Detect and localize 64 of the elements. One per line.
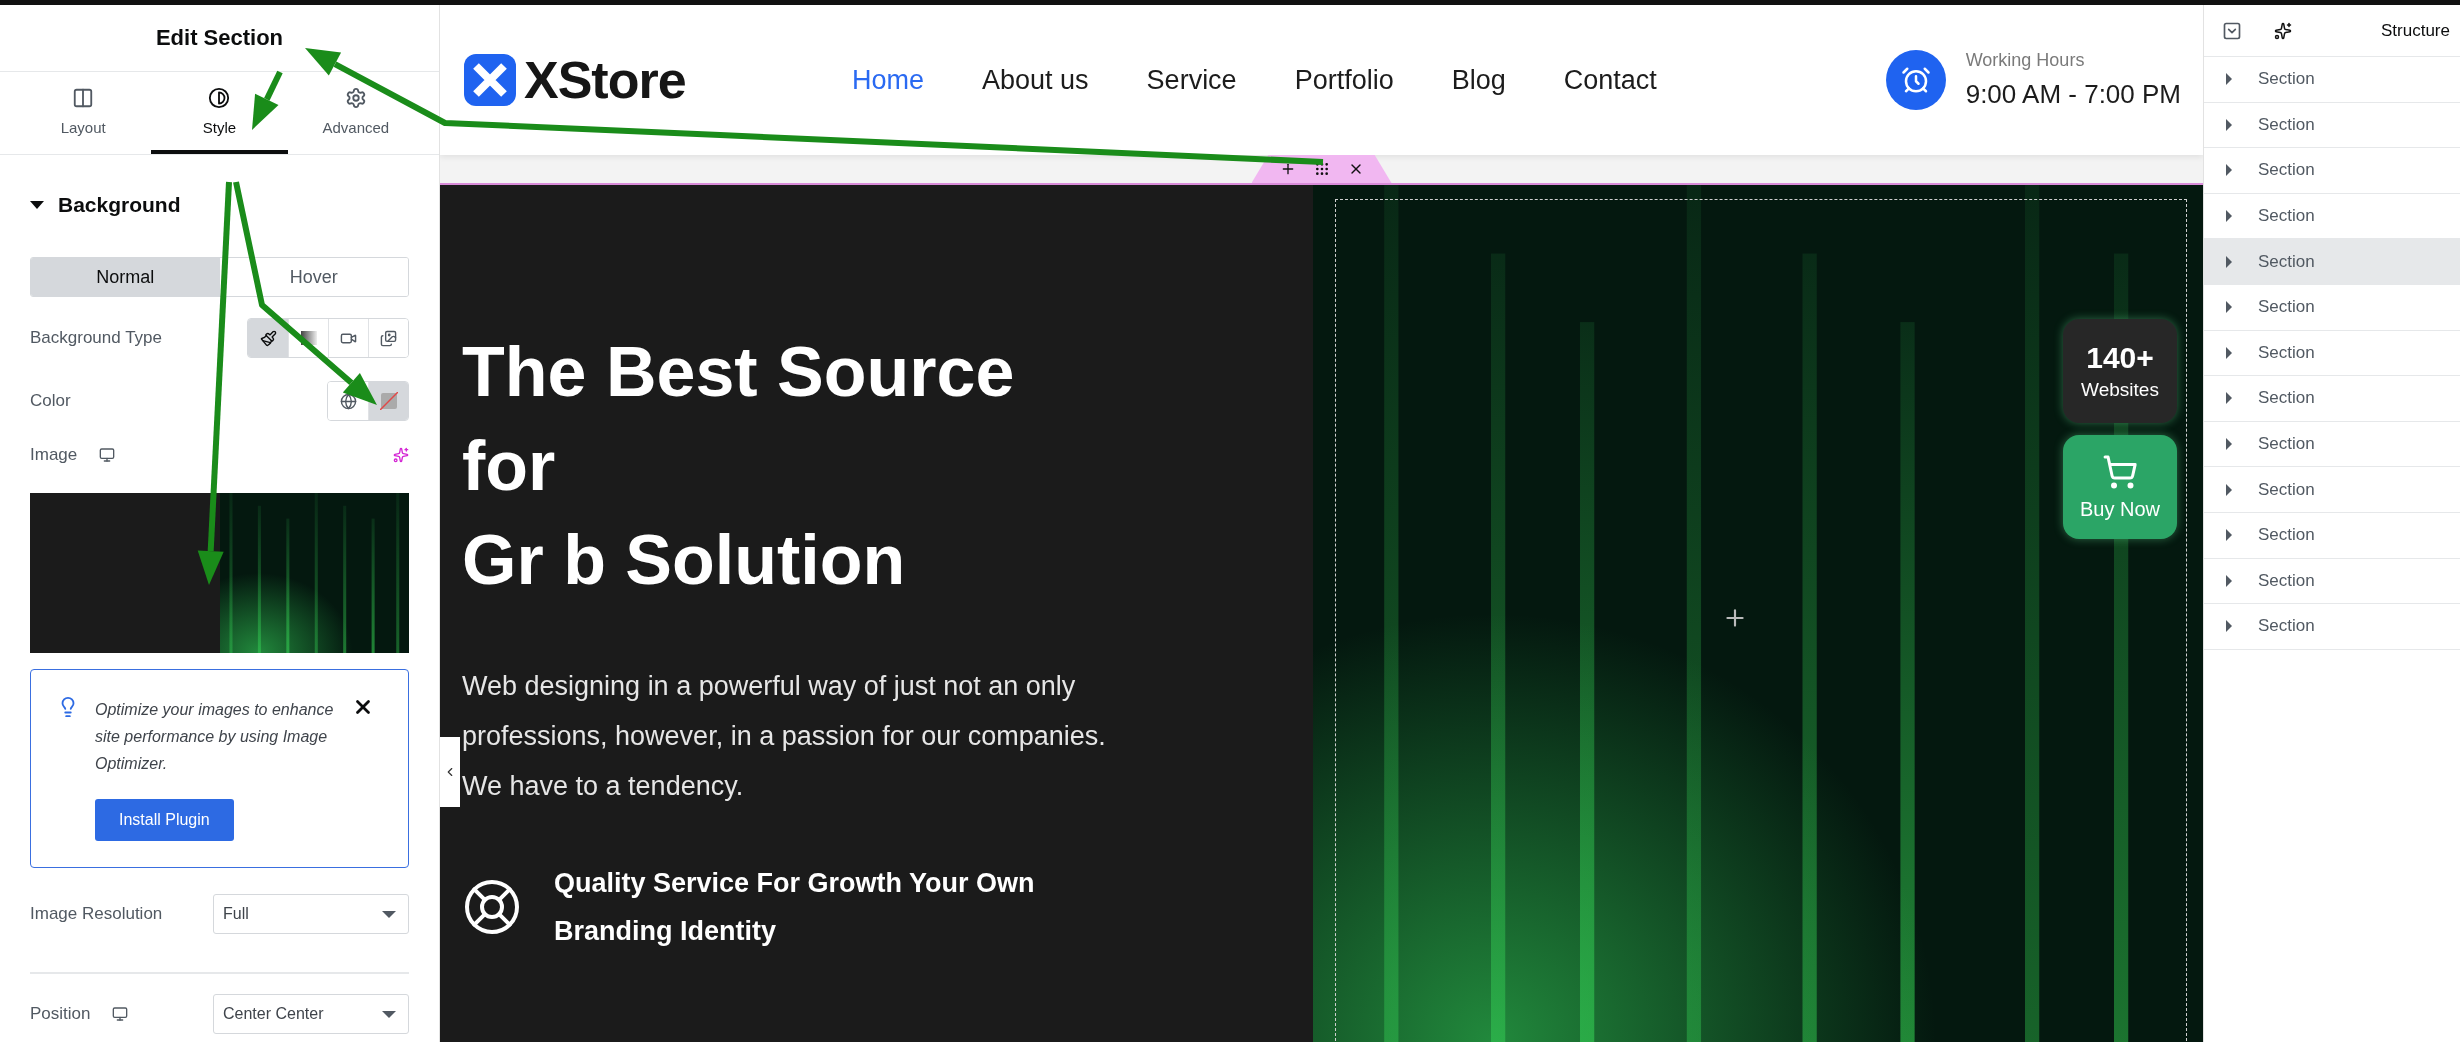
nav-link[interactable]: Home [852, 64, 925, 96]
structure-item[interactable]: Section [2204, 239, 2460, 285]
type-option[interactable] [248, 319, 288, 357]
contrast-icon [208, 86, 231, 109]
color-swatch[interactable] [368, 382, 408, 420]
caret-icon [2226, 483, 2232, 496]
stats-value: 140+ [2086, 341, 2154, 375]
select-field[interactable]: Full [213, 894, 409, 934]
annotation-arrow [252, 70, 283, 130]
caret-icon [2226, 210, 2232, 223]
hero-text: Web designing in a powerful way of just not an only professions, however, in a passion for our companies. We have to a tendency. [462, 670, 1107, 803]
logo-icon [462, 52, 518, 108]
section-header[interactable]: Background [30, 193, 409, 217]
field-label: Image Resolution [30, 904, 163, 924]
field-label: Image [30, 445, 78, 465]
monitor-icon[interactable] [112, 1006, 129, 1022]
select-field[interactable]: Center Center [213, 994, 409, 1034]
collapse-icon[interactable] [2222, 20, 2242, 41]
hours-label: Working Hours [1965, 50, 2086, 71]
gear-icon [344, 86, 367, 109]
caret-icon [2226, 73, 2232, 86]
monitor-icon[interactable] [99, 447, 116, 463]
hours-text: 9:00 AM - 7:00 PM [1965, 79, 2181, 110]
caret-icon [2226, 164, 2232, 177]
globe-icon [339, 392, 357, 410]
feature-text: Quality Service For Growth Your Own Branding Identity [554, 867, 1036, 948]
nav-link[interactable]: Blog [1451, 64, 1506, 96]
caret-icon [2226, 118, 2232, 131]
caret-icon [2226, 301, 2232, 314]
stats-label: Websites [2081, 379, 2159, 401]
nav-link[interactable]: About us [982, 64, 1089, 96]
install-button[interactable]: Install Plugin [95, 799, 234, 841]
state-toggle[interactable]: Normal [31, 258, 220, 296]
caret-icon [2226, 529, 2232, 542]
panel-tab[interactable]: Layout [15, 72, 152, 154]
columns-icon [72, 86, 95, 109]
caret-icon [2226, 346, 2232, 359]
caret-icon [2226, 620, 2232, 633]
nav-link[interactable]: Contact [1563, 64, 1657, 96]
notice-text: Optimize your images to enhance site performance by using Image Optimizer. [95, 700, 335, 774]
sparkle-icon[interactable] [2274, 21, 2292, 40]
images-icon [380, 329, 397, 347]
field-label: Background Type [30, 328, 162, 348]
nav-link[interactable]: Portfolio [1294, 64, 1394, 96]
caret-icon [2226, 255, 2232, 268]
lifebuoy-icon [462, 877, 522, 937]
caret-icon [2226, 574, 2232, 587]
field-label: Color [30, 391, 71, 411]
caret-icon [382, 1010, 396, 1018]
caret-icon [382, 910, 396, 918]
field-label: Position [30, 1004, 91, 1024]
hero-heading: The Best Source for Gr b Solution [462, 332, 1016, 601]
drag-icon[interactable] [1313, 161, 1330, 177]
cart-icon [2102, 453, 2138, 490]
nav-link[interactable]: Service [1146, 64, 1237, 96]
type-option[interactable] [368, 319, 408, 357]
brush-icon [259, 329, 277, 347]
structure-title: Structure [2381, 20, 2450, 41]
caret-icon [2226, 392, 2232, 405]
caret-icon [2226, 438, 2232, 451]
caret-icon [30, 201, 44, 209]
collapse-handle[interactable] [440, 737, 460, 807]
logo-text: XStore [524, 50, 686, 110]
panel-tab[interactable]: Advanced [287, 72, 424, 154]
